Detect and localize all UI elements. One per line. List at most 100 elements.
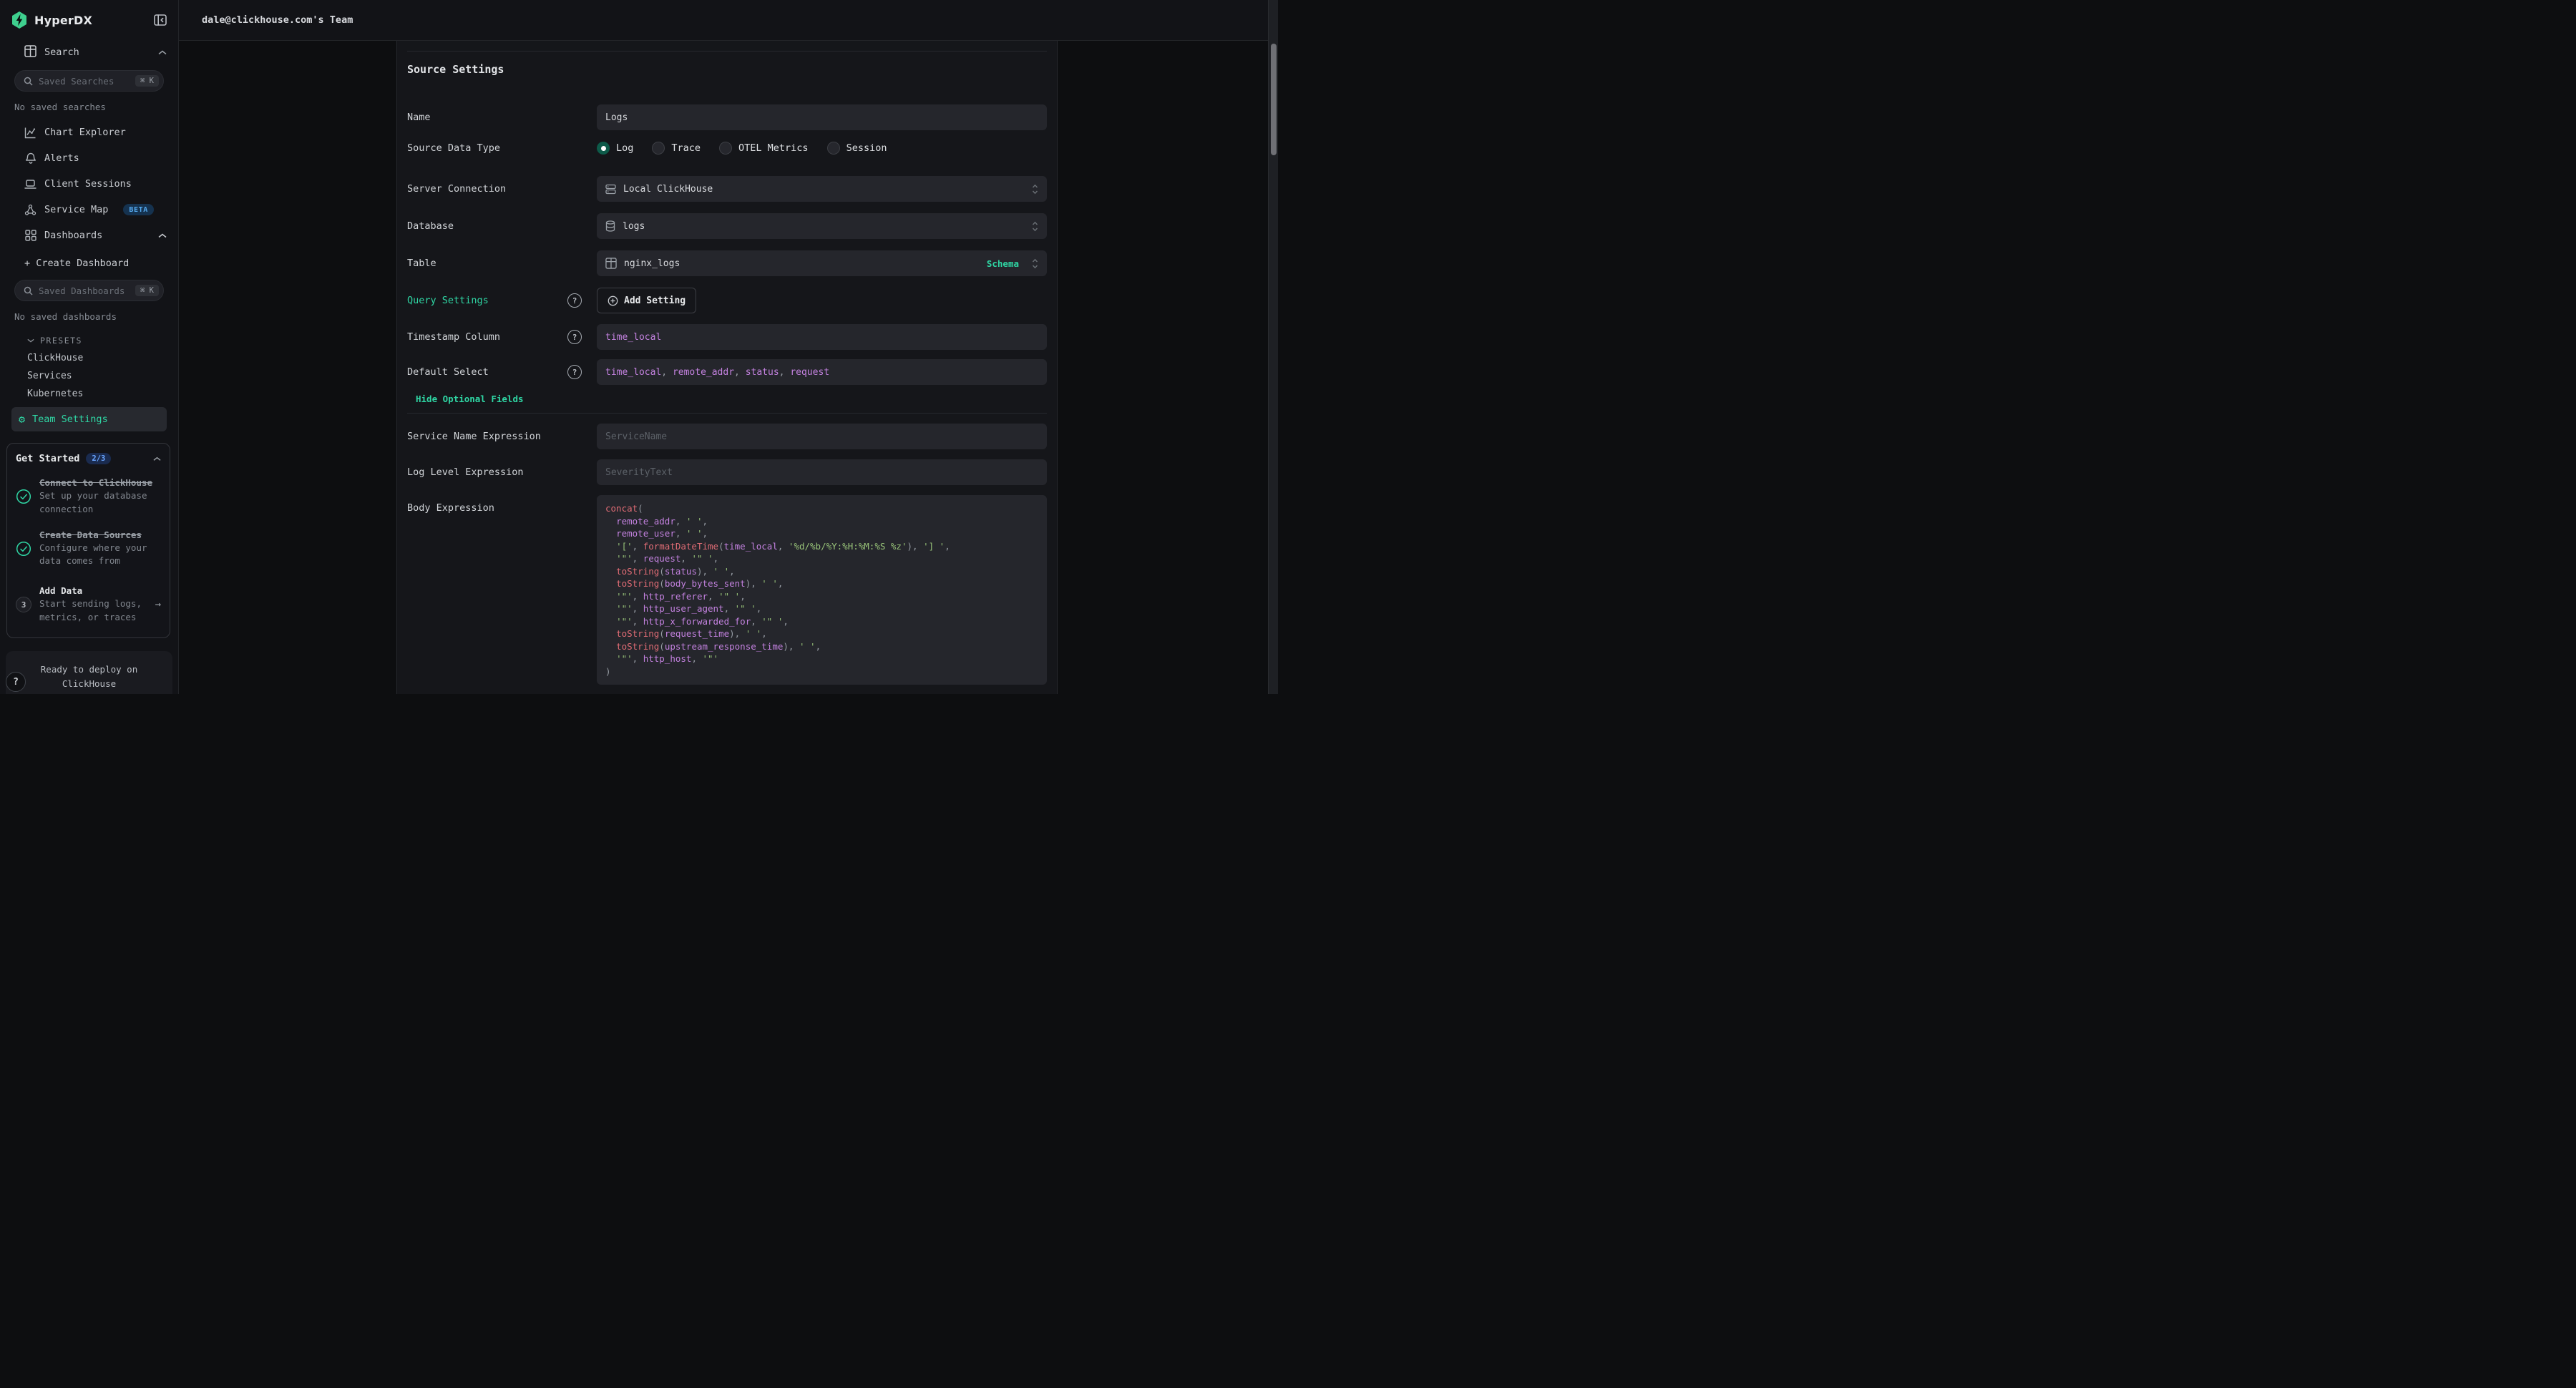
step-subtitle: Configure where your data comes from [39, 542, 161, 569]
scrollbar-track[interactable] [1268, 0, 1278, 694]
log-level-expression-input[interactable]: SeverityText [597, 459, 1047, 485]
sidebar-item-label: Chart Explorer [44, 127, 126, 138]
database-icon [605, 220, 615, 232]
presets-toggle[interactable]: PRESETS [0, 332, 178, 349]
radio-unselected-icon [719, 142, 732, 155]
step-subtitle: Start sending logs, metrics, or traces [39, 597, 147, 625]
sidebar-collapse-icon[interactable] [154, 14, 167, 26]
radio-trace[interactable]: Trace [652, 142, 701, 155]
preset-item-services[interactable]: Services [0, 367, 178, 385]
team-title: dale@clickhouse.com's Team [202, 14, 353, 26]
page-title: Source Settings [407, 63, 1047, 76]
source-settings-card: Source Settings Name Logs Source Data Ty… [396, 41, 1058, 694]
presets-heading: PRESETS [40, 336, 82, 346]
sidebar-item-service-map[interactable]: Service Map BETA [0, 197, 178, 223]
server-connection-value: Local ClickHouse [623, 184, 713, 195]
preset-item-kubernetes[interactable]: Kubernetes [0, 385, 178, 403]
create-dashboard-button[interactable]: + Create Dashboard [0, 253, 178, 274]
sidebar-item-client-sessions[interactable]: Client Sessions [0, 171, 178, 197]
arrow-right-icon: → [155, 599, 161, 610]
preset-item-clickhouse[interactable]: ClickHouse [0, 349, 178, 367]
search-section-icon [24, 45, 36, 60]
radio-selected-icon [597, 142, 610, 155]
clickhouse-cloud-promo: Ready to deploy on ClickHouse Cloud? Get… [6, 651, 172, 695]
saved-dashboards-placeholder: Saved Dashboards [39, 285, 130, 296]
step-title: Add Data [39, 585, 147, 596]
step-title: Create Data Sources [39, 529, 161, 540]
radio-log[interactable]: Log [597, 142, 633, 155]
sidebar-item-label: Alerts [44, 152, 79, 164]
topbar: dale@clickhouse.com's Team [179, 0, 1278, 41]
table-select[interactable]: nginx_logs Schema [597, 250, 1047, 276]
log-level-expression-label: Log Level Expression [407, 466, 524, 478]
sidebar-item-label: Client Sessions [44, 178, 132, 190]
chevron-up-icon[interactable] [158, 230, 167, 241]
name-label: Name [407, 112, 431, 123]
database-select[interactable]: logs [597, 213, 1047, 239]
sidebar-section-search[interactable]: Search [0, 40, 178, 64]
service-map-icon [24, 204, 36, 216]
scrollbar-thumb[interactable] [1271, 44, 1277, 155]
chevron-up-down-icon [1032, 184, 1038, 195]
step-title: Connect to ClickHouse [39, 477, 161, 488]
saved-searches-input[interactable]: Saved Searches ⌘ K [14, 70, 164, 92]
brand-title: HyperDX [34, 14, 92, 27]
chevron-down-icon [27, 338, 34, 343]
chevron-up-icon[interactable] [158, 50, 167, 55]
sidebar-item-label: Service Map [44, 204, 108, 215]
timestamp-column-input[interactable]: time_local [597, 324, 1047, 350]
table-value: nginx_logs [624, 258, 680, 269]
service-name-expression-label: Service Name Expression [407, 431, 541, 442]
hide-optional-fields-link[interactable]: Hide Optional Fields [416, 394, 524, 404]
radio-session[interactable]: Session [827, 142, 887, 155]
default-select-label: Default Select [407, 366, 489, 378]
get-started-step-connect[interactable]: Connect to ClickHouse Set up your databa… [16, 477, 161, 517]
add-setting-button[interactable]: Add Setting [597, 288, 696, 313]
get-started-step-add-data[interactable]: 3 Add Data Start sending logs, metrics, … [16, 585, 161, 625]
get-started-card: Get Started 2/3 Connect to ClickHouse Se… [6, 443, 170, 638]
help-button[interactable]: ? [6, 672, 26, 692]
hyperdx-logo-icon [11, 11, 27, 29]
timestamp-column-label: Timestamp Column [407, 331, 500, 343]
body-expression-editor[interactable]: concat( remote_addr, ' ', remote_user, '… [597, 495, 1047, 685]
saved-dashboards-input[interactable]: Saved Dashboards ⌘ K [14, 280, 164, 301]
server-icon [605, 184, 616, 195]
plus-circle-icon [608, 295, 618, 306]
radio-unselected-icon [652, 142, 665, 155]
team-settings-label: Team Settings [32, 414, 108, 425]
sidebar-item-dashboards[interactable]: Dashboards [0, 223, 178, 248]
service-name-expression-input[interactable]: ServiceName [597, 424, 1047, 449]
help-circle-icon[interactable]: ? [567, 293, 582, 308]
saved-dashboards-shortcut: ⌘ K [135, 285, 159, 296]
dashboards-icon [24, 230, 36, 241]
radio-otel-metrics[interactable]: OTEL Metrics [719, 142, 809, 155]
sidebar-item-team-settings[interactable]: ⚙ Team Settings [11, 407, 167, 431]
default-select-input[interactable]: time_local, remote_addr, status, request [597, 359, 1047, 385]
beta-badge: BETA [123, 204, 153, 215]
name-input[interactable]: Logs [597, 104, 1047, 130]
get-started-header[interactable]: Get Started 2/3 [16, 453, 161, 464]
get-started-step-sources[interactable]: Create Data Sources Configure where your… [16, 529, 161, 569]
help-circle-icon[interactable]: ? [567, 330, 582, 344]
server-connection-select[interactable]: Local ClickHouse [597, 176, 1047, 202]
schema-link[interactable]: Schema [987, 258, 1019, 269]
search-section-label: Search [44, 47, 79, 58]
main-content: Source Settings Name Logs Source Data Ty… [179, 41, 1278, 694]
query-settings-label: Query Settings [407, 295, 489, 306]
chevron-up-icon[interactable] [153, 456, 161, 461]
help-circle-icon[interactable]: ? [567, 365, 582, 379]
section-divider [407, 51, 1047, 52]
hyperdx-app: HyperDX Search Saved Searches ⌘ K No sav… [0, 0, 1288, 694]
chevron-up-down-icon [1032, 221, 1038, 232]
no-saved-searches-text: No saved searches [0, 97, 178, 119]
sidebar-item-label: Dashboards [44, 230, 102, 241]
step-subtitle: Set up your database connection [39, 489, 161, 517]
gear-icon: ⚙ [19, 414, 25, 425]
check-circle-icon [16, 541, 31, 557]
sidebar-item-alerts[interactable]: Alerts [0, 145, 178, 171]
source-data-type-radios: Log Trace OTEL Metrics Session [597, 142, 1047, 155]
database-label: Database [407, 220, 454, 232]
section-divider [407, 413, 1047, 414]
check-circle-icon [16, 489, 31, 504]
sidebar-item-chart-explorer[interactable]: Chart Explorer [0, 119, 178, 145]
